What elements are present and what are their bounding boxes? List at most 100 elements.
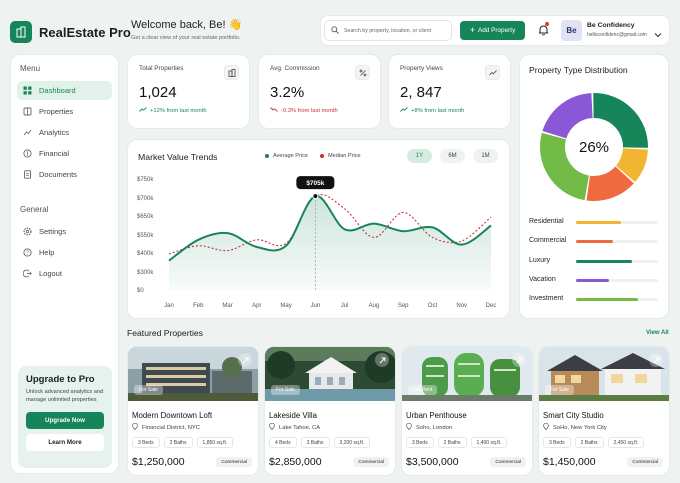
- dashboard-icon: [23, 86, 32, 95]
- sidebar-item-properties[interactable]: Properties: [17, 102, 112, 121]
- property-location: Lake Tahoe, CA: [269, 422, 320, 432]
- svg-text:?: ?: [26, 250, 29, 256]
- y-tick-label: $300k: [137, 270, 154, 276]
- sidebar-item-logout[interactable]: Logout: [17, 264, 112, 283]
- sidebar-item-help[interactable]: ? Help: [17, 243, 112, 262]
- feature-chip: 2 Baths: [574, 437, 604, 448]
- upgrade-now-button[interactable]: Upgrade Now: [26, 412, 104, 430]
- property-name: Lakeside Villa: [269, 411, 317, 420]
- avatar[interactable]: Be: [561, 20, 582, 41]
- open-arrow-icon[interactable]: [512, 353, 526, 367]
- stat-card-total-properties: Total Properties 1,024 +12% from last mo…: [127, 54, 250, 129]
- property-location: Soho, London: [406, 422, 452, 432]
- location-text: SoHo, New York City: [553, 424, 607, 431]
- building-logo-icon: [10, 21, 32, 43]
- feature-chip: 3 Beds: [406, 437, 434, 448]
- welcome-heading: Welcome back, Be! 👋: [131, 19, 243, 31]
- stat-change-text: +8% from last month: [411, 107, 465, 114]
- user-email: helloconfidenc@gmail.com: [587, 32, 647, 38]
- property-features: 3 Beds 2 Baths 1,850 sq.ft.: [132, 437, 234, 448]
- add-property-label: Add Property: [477, 27, 516, 34]
- sidebar-item-documents[interactable]: Documents: [17, 165, 112, 184]
- upgrade-promo: Upgrade to Pro Unlock advanced analytics…: [18, 366, 112, 468]
- sidebar-item-label: Dashboard: [39, 86, 76, 95]
- distribution-label: Commercial: [529, 237, 567, 244]
- listing-status-badge: For Sale: [271, 385, 300, 395]
- distribution-title: Property Type Distribution: [529, 65, 628, 75]
- sidebar-item-label: Documents: [39, 170, 77, 179]
- property-features: 3 Beds 2 Baths 2,450 sq.ft.: [543, 437, 645, 448]
- document-icon: [23, 170, 32, 179]
- trend-icon: [485, 65, 500, 80]
- sidebar-item-label: Settings: [39, 227, 67, 236]
- x-tick-label: Jun: [311, 303, 321, 309]
- property-card[interactable]: For Rent Urban Penthouse Soho, London 3 Bed…: [401, 346, 533, 476]
- sidebar-item-analytics[interactable]: Analytics: [17, 123, 112, 142]
- stat-value: 2, 847: [400, 84, 442, 101]
- distribution-bar-track: [576, 298, 658, 301]
- feature-chip: 1,850 sq.ft.: [196, 437, 234, 448]
- property-features: 3 Beds 2 Baths 1,400 sq.ft.: [406, 437, 508, 448]
- property-name: Smart City Studio: [543, 411, 604, 420]
- property-name: Urban Penthouse: [406, 411, 467, 420]
- x-tick-label: Oct: [428, 303, 438, 309]
- feature-chip: 3 Baths: [300, 437, 330, 448]
- chevron-down-icon[interactable]: [654, 25, 662, 43]
- property-type-badge: Commercial: [490, 457, 526, 467]
- property-price: $1,250,000: [132, 456, 185, 468]
- highlight-point[interactable]: [312, 193, 319, 200]
- property-card[interactable]: For Sale Modern Downtown Loft Financial Di…: [127, 346, 259, 476]
- stat-change-text: +12% from last month: [150, 107, 207, 114]
- feature-chip: 2,450 sq.ft.: [607, 437, 645, 448]
- distribution-bar-fill: [576, 279, 609, 282]
- app-logo[interactable]: RealEstate Pro: [10, 18, 150, 46]
- property-card[interactable]: For Sale Lakeside Villa Lake Tahoe, CA 4 Be…: [264, 346, 396, 476]
- open-arrow-icon[interactable]: [238, 353, 252, 367]
- stat-change-text: -0.3% from last month: [281, 107, 338, 114]
- x-tick-label: Jul: [341, 303, 349, 309]
- open-arrow-icon[interactable]: [649, 353, 663, 367]
- donut-slice[interactable]: [542, 93, 593, 139]
- sidebar-item-settings[interactable]: Settings: [17, 222, 112, 241]
- app-title: RealEstate Pro: [39, 24, 131, 40]
- property-location: SoHo, New York City: [543, 422, 607, 432]
- x-tick-label: Mar: [222, 303, 232, 309]
- percent-icon: [355, 65, 370, 80]
- open-arrow-icon[interactable]: [375, 353, 389, 367]
- building-icon: [23, 107, 32, 116]
- y-tick-label: $400k: [137, 251, 154, 257]
- y-tick-label: $550k: [137, 233, 154, 239]
- distribution-label: Investment: [529, 295, 564, 302]
- add-property-button[interactable]: + Add Property: [460, 21, 525, 40]
- trend-down-icon: [270, 107, 278, 114]
- x-tick-label: Dec: [486, 303, 497, 309]
- stat-change: -0.3% from last month: [270, 107, 369, 114]
- x-tick-label: Jan: [164, 303, 174, 309]
- feature-chip: 3 Beds: [132, 437, 160, 448]
- trend-up-icon: [400, 107, 408, 114]
- distribution-label: Residential: [529, 218, 564, 225]
- property-name: Modern Downtown Loft: [132, 411, 213, 420]
- feature-chip: 3 Beds: [543, 437, 571, 448]
- y-tick-label: $0: [137, 288, 144, 294]
- x-tick-label: Aug: [369, 303, 380, 309]
- property-price: $3,500,000: [406, 456, 459, 468]
- x-tick-label: May: [280, 303, 291, 309]
- x-tick-label: Sep: [398, 303, 409, 309]
- x-tick-label: Nov: [456, 303, 467, 309]
- user-name: Be Confidency: [587, 22, 635, 29]
- trend-up-icon: [139, 107, 147, 114]
- property-card[interactable]: For Sale Smart City Studio SoHo, New York …: [538, 346, 670, 476]
- distribution-bar-track: [576, 260, 658, 263]
- location-pin-icon: [132, 422, 138, 432]
- listing-status-badge: For Sale: [134, 385, 163, 395]
- help-icon: ?: [23, 248, 32, 257]
- sidebar-item-financial[interactable]: Financial: [17, 144, 112, 163]
- sidebar-item-dashboard[interactable]: Dashboard: [17, 81, 112, 100]
- learn-more-button[interactable]: Learn More: [26, 434, 104, 452]
- distribution-bar-fill: [576, 221, 622, 224]
- search-input[interactable]: Search by property, location, or client: [324, 20, 452, 41]
- view-all-link[interactable]: View All: [646, 330, 669, 336]
- location-pin-icon: [543, 422, 549, 432]
- analytics-icon: [23, 128, 32, 137]
